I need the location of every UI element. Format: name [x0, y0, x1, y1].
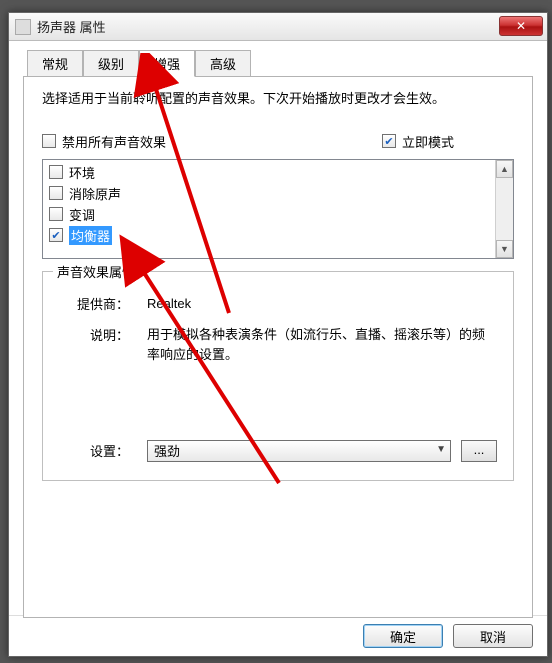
effect-item-voice-cancel[interactable]: 消除原声: [43, 183, 495, 204]
immediate-mode-checkbox[interactable]: [382, 134, 396, 148]
provider-label: 提供商：: [59, 294, 129, 315]
description-value: 用于模拟各种表演条件（如流行乐、直播、摇滚乐等）的频率响应的设置。: [147, 325, 497, 367]
effect-item-equalizer[interactable]: 均衡器: [43, 225, 495, 246]
dialog-footer: 确定 取消: [9, 615, 547, 648]
app-icon: [15, 19, 31, 35]
effect-checkbox-environment[interactable]: [49, 165, 63, 179]
scroll-up-button[interactable]: ▲: [496, 160, 513, 178]
effect-checkbox-voice-cancel[interactable]: [49, 186, 63, 200]
chevron-down-icon: ▼: [436, 444, 446, 455]
effect-label: 均衡器: [69, 226, 112, 245]
disable-all-checkbox[interactable]: [42, 134, 56, 148]
effect-item-environment[interactable]: 环境: [43, 162, 495, 183]
tab-advanced[interactable]: 高级: [195, 50, 251, 77]
setting-dropdown[interactable]: 强劲 ▼: [147, 440, 451, 462]
effect-checkbox-pitch[interactable]: [49, 207, 63, 221]
group-title: 声音效果属性: [53, 262, 139, 281]
provider-value: Realtek: [147, 294, 497, 315]
tab-bar: 常规 级别 增强 高级: [27, 49, 533, 76]
effect-properties-group: 声音效果属性 提供商： Realtek 说明： 用于模拟各种表演条件（如流行乐、…: [42, 271, 514, 481]
tab-page-enhancements: 选择适用于当前聆听配置的声音效果。下次开始播放时更改才会生效。 禁用所有声音效果…: [23, 76, 533, 618]
tab-levels[interactable]: 级别: [83, 50, 139, 77]
description-label: 说明：: [59, 325, 129, 367]
effect-item-pitch[interactable]: 变调: [43, 204, 495, 225]
effects-list: 环境 消除原声 变调 均衡器 ▲: [42, 159, 514, 259]
description-text: 选择适用于当前聆听配置的声音效果。下次开始播放时更改才会生效。: [42, 89, 514, 110]
tab-general[interactable]: 常规: [27, 50, 83, 77]
effect-label: 变调: [69, 205, 95, 224]
cancel-button[interactable]: 取消: [453, 624, 533, 648]
tab-enhancements[interactable]: 增强: [139, 50, 195, 77]
window-title: 扬声器 属性: [37, 17, 106, 36]
more-settings-button[interactable]: ...: [461, 440, 497, 462]
effect-checkbox-equalizer[interactable]: [49, 228, 63, 242]
effects-scrollbar[interactable]: ▲ ▼: [495, 160, 513, 258]
setting-value: 强劲: [154, 441, 180, 460]
setting-label: 设置：: [59, 441, 129, 460]
immediate-mode-label: 立即模式: [402, 132, 454, 151]
ok-button[interactable]: 确定: [363, 624, 443, 648]
effect-label: 消除原声: [69, 184, 121, 203]
scroll-down-button[interactable]: ▼: [496, 240, 513, 258]
disable-all-label: 禁用所有声音效果: [62, 132, 166, 151]
close-button[interactable]: ✕: [499, 16, 543, 36]
effect-label: 环境: [69, 163, 95, 182]
titlebar: 扬声器 属性 ✕: [9, 13, 547, 41]
